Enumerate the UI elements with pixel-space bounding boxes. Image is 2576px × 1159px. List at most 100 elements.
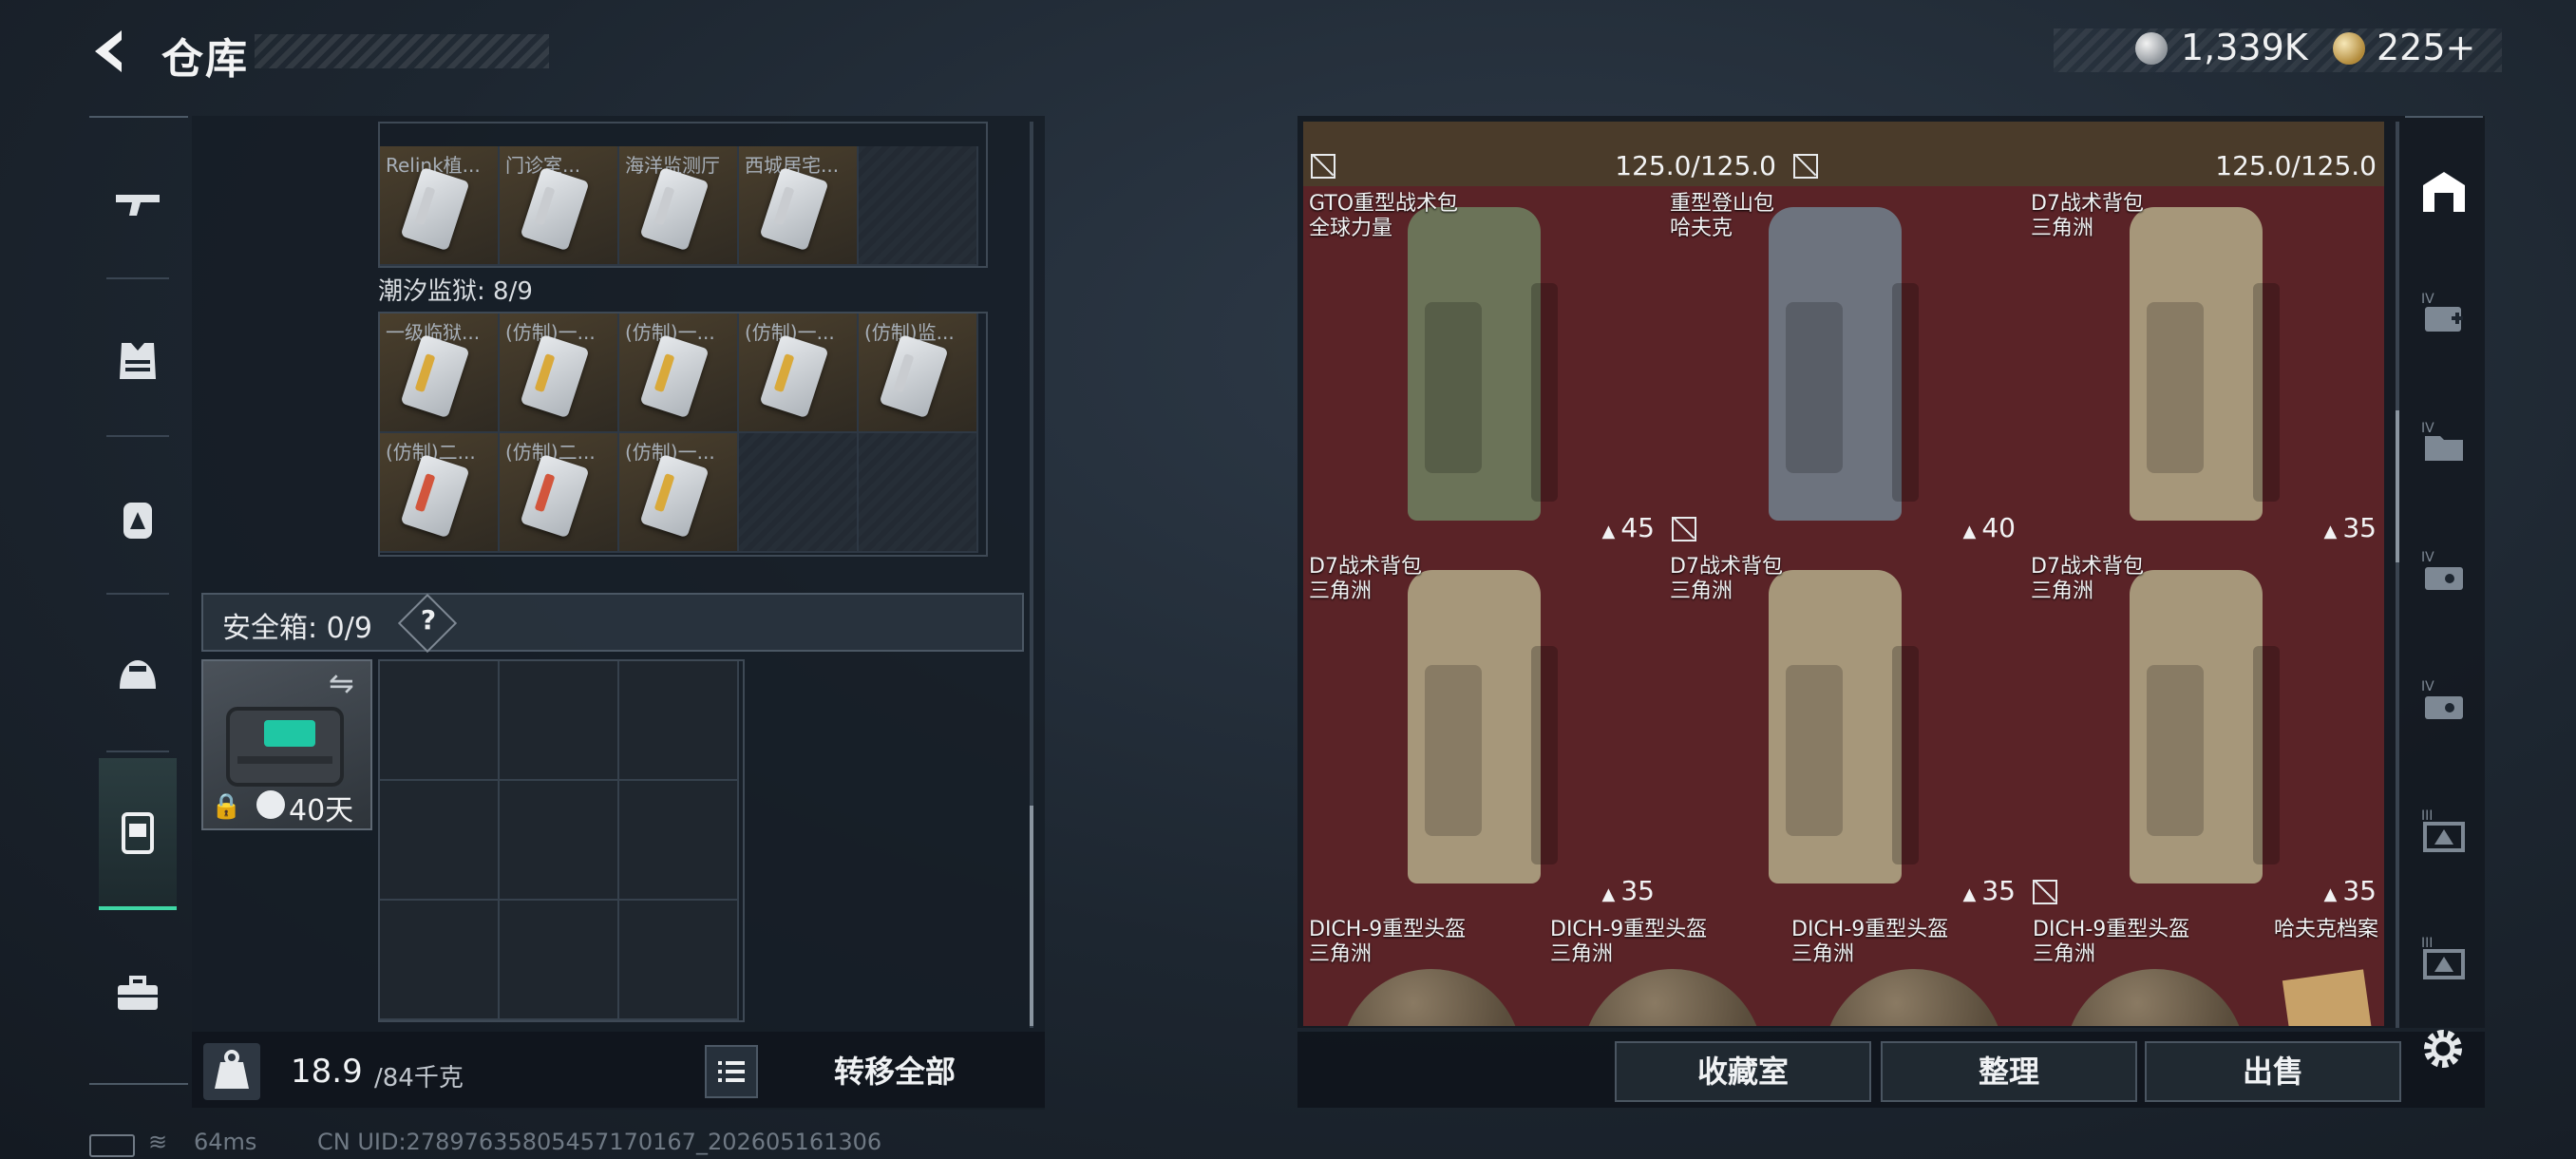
keycard-icon: [400, 453, 470, 539]
vault-tab-keys-2[interactable]: IV: [2411, 671, 2477, 733]
keycard-tab-icon: IV: [2421, 550, 2463, 590]
vault-backpack-item[interactable]: D7战术背包三角洲 35: [1303, 549, 1666, 914]
unfavorite-icon: [2033, 880, 2057, 904]
key-card-item[interactable]: 海洋监测厅: [619, 146, 739, 266]
lock-icon: 🔒: [211, 792, 242, 821]
vault-helmet-item[interactable]: DICH-9重型头盔 三角洲: [1544, 912, 1788, 1026]
empty-slot[interactable]: [619, 901, 739, 1020]
page-title: 仓库: [161, 35, 249, 84]
empty-slot[interactable]: [619, 781, 739, 901]
key-card-item[interactable]: (仿制)一...: [500, 314, 619, 433]
sidebar-item-storage[interactable]: [97, 766, 179, 899]
empty-slot[interactable]: [500, 781, 619, 901]
keycard-icon: [639, 453, 710, 539]
key-card-item[interactable]: (仿制)一...: [619, 314, 739, 433]
item-name: D7战术背包 三角洲: [2031, 555, 2144, 603]
silver-amount: 1,339K: [2181, 27, 2308, 68]
vault-helmet-item[interactable]: DICH-9重型头盔 三角洲: [1786, 912, 2029, 1026]
vault-backpack-item[interactable]: D7战术背包三角洲 35: [1664, 549, 2027, 914]
vault-backpack-item[interactable]: D7战术背包三角洲 35: [2025, 549, 2384, 914]
key-card-item[interactable]: 门诊室...: [500, 146, 619, 266]
empty-slot[interactable]: [619, 661, 739, 781]
key-card-item[interactable]: Relink植...: [380, 146, 500, 266]
svg-text:IV: IV: [2421, 421, 2434, 436]
collection-room-button[interactable]: 收藏室: [1615, 1041, 1871, 1102]
keycard-icon: [879, 333, 949, 419]
vault-dossier-item[interactable]: 哈夫克档案: [2268, 912, 2384, 1026]
vault-backpack-item[interactable]: 重型登山包哈夫克 40: [1664, 186, 2027, 551]
vault-tab-intel-2[interactable]: III: [2411, 927, 2477, 990]
item-name: DICH-9重型头盔 三角洲: [1550, 918, 1708, 966]
keycard-icon: [520, 333, 590, 419]
key-card-item[interactable]: (仿制)二...: [500, 433, 619, 553]
empty-slot[interactable]: [500, 661, 619, 781]
vault-tab-intel[interactable]: III: [2411, 800, 2477, 863]
sell-button[interactable]: 出售: [2145, 1041, 2401, 1102]
folder-icon: IV: [2421, 421, 2463, 461]
backpack-capacity: 45: [1602, 512, 1655, 543]
silver-coin-icon: [2135, 32, 2168, 65]
vault-item-partial[interactable]: [1786, 122, 2029, 188]
key-card-item[interactable]: 一级临狱...: [380, 314, 500, 433]
unfavorite-icon: [1672, 517, 1696, 542]
key-grid-2: 一级临狱... (仿制)一... (仿制)一... (仿制)一... (仿制)监…: [378, 312, 988, 557]
keycard-icon: [520, 166, 590, 252]
key-card-item[interactable]: (仿制)一...: [619, 433, 739, 553]
unfavorite-icon: [1311, 154, 1335, 179]
keycard-tab-icon: IV: [2421, 679, 2463, 719]
key-card-item[interactable]: (仿制)监...: [859, 314, 978, 433]
list-view-button[interactable]: [705, 1045, 758, 1098]
empty-slot[interactable]: [380, 661, 500, 781]
capacity-label: 125.0/125.0: [2215, 150, 2377, 181]
settings-button[interactable]: [2416, 1022, 2470, 1075]
empty-slot[interactable]: [380, 901, 500, 1020]
vault-backpack-item[interactable]: D7战术背包三角洲 35: [2025, 186, 2384, 551]
key-card-item[interactable]: (仿制)一...: [739, 314, 859, 433]
empty-slot[interactable]: [500, 901, 619, 1020]
vault-tab-medical[interactable]: IV: [2411, 283, 2477, 346]
sidebar-item-backpack[interactable]: [97, 452, 179, 585]
sidebar-item-toolbox[interactable]: [97, 927, 179, 1060]
container-icon: [122, 812, 154, 854]
empty-slot[interactable]: [380, 781, 500, 901]
vault-backpack-item[interactable]: GTO重型战术包全球力量 45: [1303, 186, 1666, 551]
sort-button[interactable]: 整理: [1881, 1041, 2137, 1102]
vault-scroll-thumb[interactable]: [2396, 410, 2399, 562]
vault-item-partial[interactable]: 125.0/125.0: [2027, 122, 2384, 188]
inventory-scroll-thumb[interactable]: [1030, 806, 1033, 1026]
vault-helmet-item[interactable]: DICH-9重型头盔 三角洲: [1303, 912, 1546, 1026]
sidebar-item-weapons[interactable]: [97, 137, 179, 270]
transfer-all-button[interactable]: 转移全部: [769, 1043, 1020, 1100]
svg-text:IV: IV: [2421, 550, 2434, 565]
vault-helmet-item[interactable]: DICH-9重型头盔 三角洲: [2027, 912, 2270, 1026]
vault-tab-keys[interactable]: IV: [2411, 542, 2477, 604]
key-card-item[interactable]: (仿制)二...: [380, 433, 500, 553]
item-name: 重型登山包 哈夫克: [1670, 192, 1775, 240]
back-button[interactable]: [84, 25, 137, 78]
keycard-icon: [759, 333, 829, 419]
medkit-icon: IV: [2421, 292, 2463, 332]
vault-item-partial[interactable]: 125.0/125.0: [1544, 122, 1788, 188]
item-name: 哈夫克档案: [2274, 918, 2379, 941]
sidebar-item-armor[interactable]: [97, 294, 179, 428]
vault-tab-all[interactable]: [2411, 160, 2477, 222]
keycard-icon: [520, 453, 590, 539]
gold-amount[interactable]: 225+: [2377, 27, 2475, 68]
sidebar-divider: [106, 750, 169, 752]
backpack-image: [2130, 207, 2280, 521]
intel-icon: III: [2421, 936, 2465, 979]
key-card-item[interactable]: 西城居宅...: [739, 146, 859, 266]
swap-icon[interactable]: ⇋: [329, 665, 354, 701]
empty-slot[interactable]: [859, 146, 978, 266]
vault-tab-documents[interactable]: IV: [2411, 412, 2477, 475]
gold-coin-icon: [2333, 32, 2365, 65]
vault-scrollbar[interactable]: [2396, 122, 2399, 1028]
keycard-icon: [400, 333, 470, 419]
empty-slot[interactable]: [739, 433, 859, 553]
keycard-icon: [639, 166, 710, 252]
vault-item-partial[interactable]: [1303, 122, 1546, 188]
ping-value: 64ms: [194, 1129, 257, 1155]
sidebar-item-helmet[interactable]: [97, 610, 179, 743]
empty-slot[interactable]: [859, 433, 978, 553]
weight-max: /84千克: [374, 1064, 464, 1092]
